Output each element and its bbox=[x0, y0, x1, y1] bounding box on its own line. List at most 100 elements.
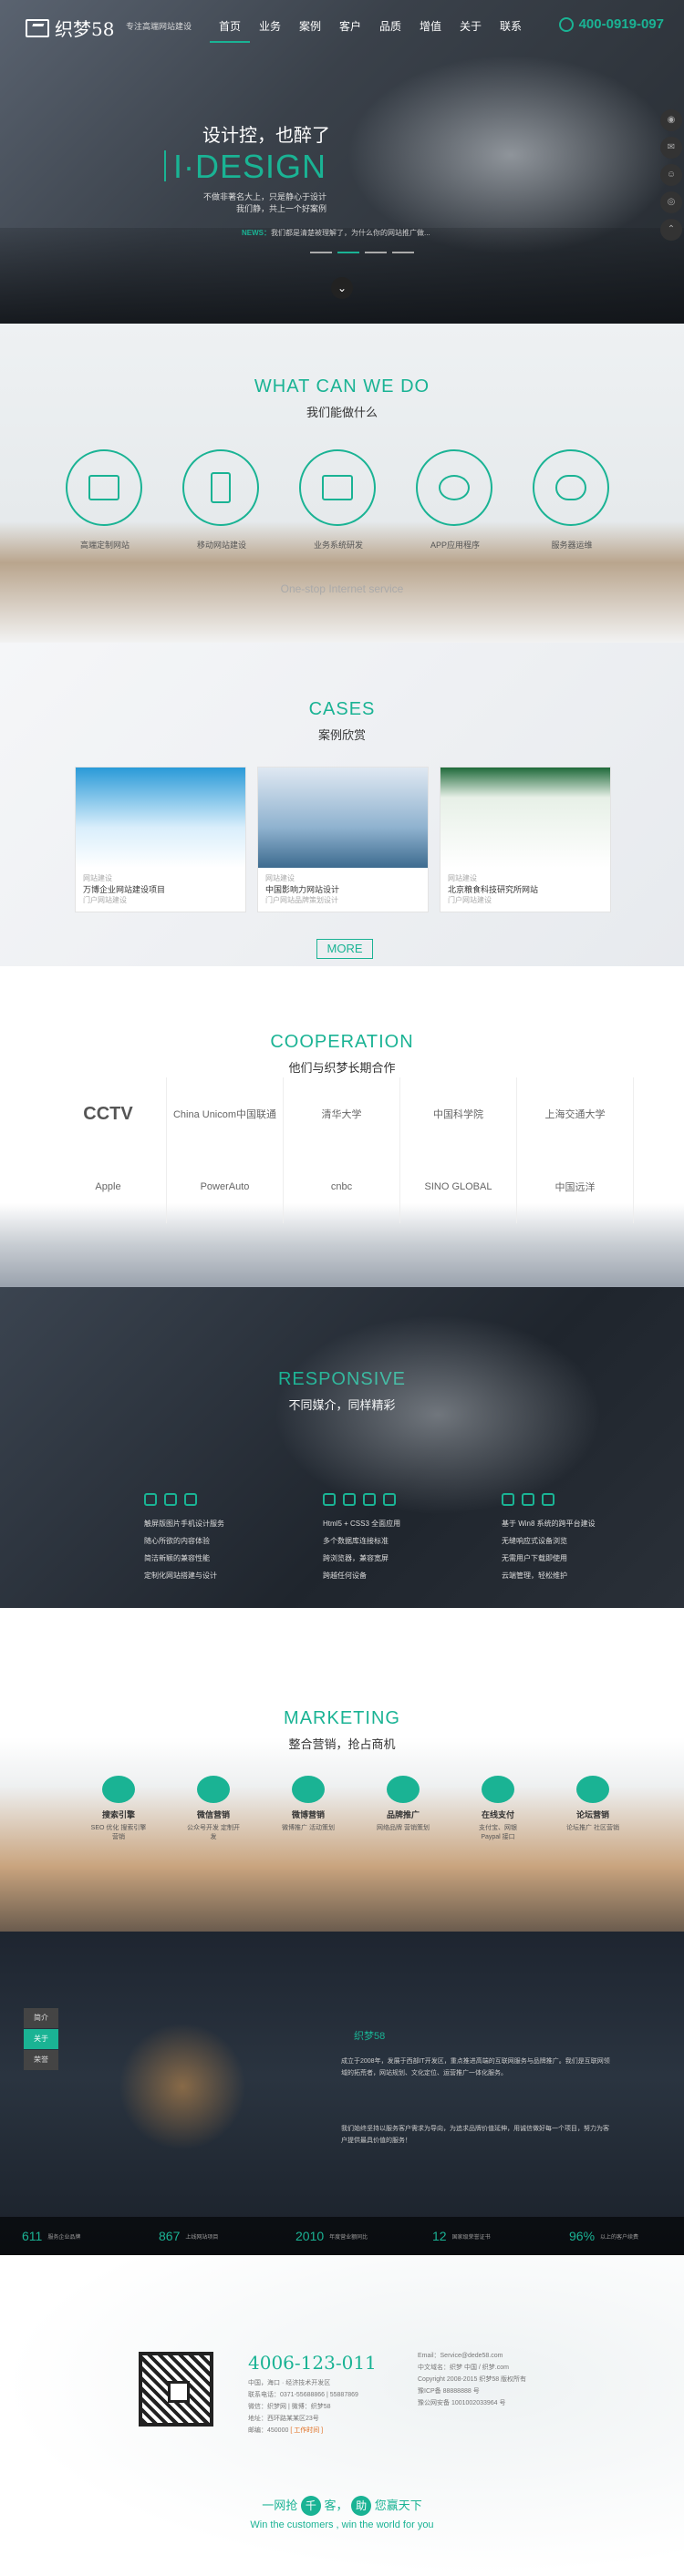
case-card[interactable]: 网站建设 北京粮食科技研究所网站 门户网站建设 bbox=[440, 767, 611, 912]
case-card[interactable]: 网站建设 中国影响力网站设计 门户网站品牌策划设计 bbox=[257, 767, 429, 912]
tab-about[interactable]: 关于 bbox=[24, 2029, 58, 2049]
nav-item-value-added[interactable]: 增值 bbox=[410, 16, 451, 43]
stat-number: 611 bbox=[22, 2229, 43, 2243]
service-app[interactable]: APP应用程序 bbox=[416, 449, 494, 551]
slogan-part: 您赢天下 bbox=[374, 2499, 422, 2512]
partner-logo: 上海交通大学 bbox=[517, 1077, 634, 1150]
marketing-title: MARKETING bbox=[284, 1708, 400, 1728]
services-subtitle: 我们能做什么 bbox=[306, 406, 378, 419]
tab-intro[interactable]: 简介 bbox=[24, 2008, 58, 2028]
top-nav: 织梦58 专注高端网站建设 首页 业务 案例 客户 品质 增值 关于 联系 40… bbox=[0, 0, 684, 51]
about-paragraph: 成立于2008年，发展于西部IT开发区，重点推进高端的互联网服务与品牌推广。我们… bbox=[341, 2058, 610, 2076]
feature-column-devices: 触屏版图片手机设计服务 随心所欲的内容体验 简洁新颖的兼容性能 定制化网站搭建与… bbox=[144, 1493, 264, 1584]
marketing-item[interactable]: 论坛营销 论坛推广 社区营销 bbox=[564, 1776, 622, 1842]
nav-item-cases[interactable]: 案例 bbox=[290, 16, 330, 43]
marketing-item[interactable]: 品牌推广 网络品牌 营销策划 bbox=[374, 1776, 432, 1842]
contact-line[interactable]: Email：Service@dede58.com bbox=[418, 2350, 526, 2362]
service-label: 移动网站建设 bbox=[196, 541, 246, 550]
marketing-item[interactable]: 在线支付 支付宝、网银 Paypal 接口 bbox=[469, 1776, 527, 1842]
case-category: 网站建设 bbox=[265, 874, 295, 882]
slider-dot-active[interactable] bbox=[337, 252, 359, 253]
footer-section: 4006-123-011 中国，海口 · 经济技术开发区 联系电话：0371-5… bbox=[0, 2255, 684, 2576]
case-category: 网站建设 bbox=[448, 874, 477, 882]
system-icon bbox=[299, 449, 376, 526]
stat-label: 以上的客户续费 bbox=[600, 2234, 639, 2241]
scroll-down-icon[interactable]: ⌄ bbox=[331, 277, 353, 299]
side-wechat-icon[interactable]: ☺ bbox=[660, 164, 682, 186]
nav-item-contact[interactable]: 联系 bbox=[491, 16, 531, 43]
work-hours-link[interactable]: [ 工作时间 ] bbox=[290, 2427, 323, 2434]
ie-icon bbox=[323, 1493, 336, 1506]
slogan-part: 客， bbox=[324, 2499, 348, 2512]
nav-item-home[interactable]: 首页 bbox=[210, 16, 250, 43]
side-top-icon[interactable]: ⌃ bbox=[660, 219, 682, 241]
partner-logo: CCTV bbox=[50, 1077, 167, 1150]
nav-item-business[interactable]: 业务 bbox=[250, 16, 290, 43]
news-text: 我们都是清楚被理解了，为什么你的网站推广做... bbox=[271, 229, 430, 237]
hotline[interactable]: 400-0919-097 bbox=[558, 16, 664, 32]
service-business-system[interactable]: 业务系统研发 bbox=[299, 449, 378, 551]
feature-text: 随心所欲的内容体验 bbox=[144, 1537, 210, 1545]
partner-logo: cnbc bbox=[284, 1150, 400, 1223]
stat-number: 12 bbox=[432, 2229, 447, 2243]
responsive-background bbox=[274, 1314, 602, 1515]
partner-logos: CCTV China Unicom中国联通 清华大学 中国科学院 上海交通大学 … bbox=[0, 1077, 684, 1223]
news-ticker[interactable]: NEWS：我们都是清楚被理解了，为什么你的网站推广做... bbox=[242, 228, 430, 238]
nav-item-quality[interactable]: 品质 bbox=[370, 16, 410, 43]
case-desc: 门户网站建设 bbox=[448, 896, 492, 904]
case-thumbnail bbox=[258, 768, 428, 868]
marketing-name: 品牌推广 bbox=[386, 1810, 420, 1819]
stat-item: 96% 以上的客户续费 bbox=[547, 2229, 684, 2243]
more-cases-button[interactable]: MORE bbox=[316, 939, 373, 959]
service-label: APP应用程序 bbox=[430, 541, 480, 550]
address-line: 联系电话：0371-55688866 | 55887869 bbox=[248, 2392, 358, 2398]
slider-dot[interactable] bbox=[365, 252, 387, 253]
service-mobile-site[interactable]: 移动网站建设 bbox=[182, 449, 261, 551]
marketing-item[interactable]: 搜索引擎 SEO 优化 搜索引擎营销 bbox=[89, 1776, 148, 1842]
footer-contact: Email：Service@dede58.com 中文域名：织梦 中国 / 织梦… bbox=[418, 2350, 526, 2409]
nav-item-clients[interactable]: 客户 bbox=[330, 16, 370, 43]
shield-icon bbox=[482, 1776, 514, 1803]
case-card[interactable]: 网站建设 万博企业网站建设项目 门户网站建设 bbox=[75, 767, 246, 912]
case-meta: 网站建设 中国影响力网站设计 门户网站品牌策划设计 bbox=[258, 868, 428, 912]
coop-subtitle: 他们与织梦长期合作 bbox=[288, 1061, 396, 1075]
service-custom-website[interactable]: 高端定制网站 bbox=[66, 449, 144, 551]
slider-dot[interactable] bbox=[392, 252, 414, 253]
marketing-item[interactable]: 微信营销 公众号开发 定制开发 bbox=[184, 1776, 243, 1842]
address-line: 微信：织梦网 | 微博：织梦58 bbox=[248, 2404, 331, 2410]
hero-title: 设计控，也醉了 bbox=[202, 126, 330, 146]
service-server-ops[interactable]: 服务器运维 bbox=[533, 449, 611, 551]
hero-headline: I·DESIGN bbox=[164, 148, 326, 186]
case-desc: 门户网站品牌策划设计 bbox=[265, 896, 338, 904]
slogan-part: 一网抢 bbox=[262, 2499, 298, 2512]
partner-logo: Apple bbox=[50, 1150, 167, 1223]
hotline-number: 400-0919-097 bbox=[578, 16, 664, 32]
case-thumbnail bbox=[440, 768, 610, 868]
side-weibo-icon[interactable]: ◎ bbox=[660, 191, 682, 213]
stat-item: 611 服务企业品牌 bbox=[0, 2229, 137, 2243]
feature-text: 简洁新颖的兼容性能 bbox=[144, 1554, 210, 1562]
contact-line: Copyright 2008-2015 织梦58 版权所有 bbox=[418, 2376, 527, 2383]
side-chat-icon[interactable]: ✉ bbox=[660, 137, 682, 159]
nav-item-about[interactable]: 关于 bbox=[451, 16, 491, 43]
feature-text: 无缝响应式设备浏览 bbox=[502, 1537, 567, 1545]
marketing-name: 微信营销 bbox=[196, 1810, 230, 1819]
marketing-name: 在线支付 bbox=[481, 1810, 514, 1819]
footer-phone[interactable]: 4006-123-011 bbox=[248, 2352, 377, 2374]
hero-desk-shade bbox=[0, 228, 684, 324]
slider-dot[interactable] bbox=[310, 252, 332, 253]
marketing-item[interactable]: 微博营销 微博推广 活动策划 bbox=[279, 1776, 337, 1842]
news-label: NEWS： bbox=[242, 229, 271, 237]
cloud-icon bbox=[533, 449, 609, 526]
contact-line: 豫ICP备 88888888 号 bbox=[418, 2388, 480, 2395]
marketing-section: MARKETING 整合营销，抢占商机 搜索引擎 SEO 优化 搜索引擎营销 微信… bbox=[0, 1608, 684, 1932]
slogan-badge: 千 bbox=[300, 2496, 321, 2516]
marketing-name: 论坛营销 bbox=[575, 1810, 609, 1819]
side-qq-icon[interactable]: ◉ bbox=[660, 109, 682, 131]
marketing-list: 搜索引擎 SEO 优化 搜索引擎营销 微信营销 公众号开发 定制开发 微博营销 微博推… bbox=[89, 1776, 622, 1842]
case-thumbnail bbox=[76, 768, 245, 868]
partner-logo: 清华大学 bbox=[284, 1077, 400, 1150]
tab-honor[interactable]: 荣誉 bbox=[24, 2050, 58, 2070]
stats-bar: 611 服务企业品牌 867 上线网站项目 2010 年度营业额同比 12 国家级荣誉证… bbox=[0, 2217, 684, 2255]
site-logo[interactable]: 织梦58 bbox=[26, 15, 114, 41]
